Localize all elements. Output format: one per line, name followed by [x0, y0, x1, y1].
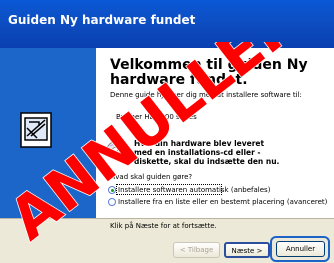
window-title: Guiden Ny hardware fundet — [8, 13, 196, 27]
wizard-side-panel — [0, 48, 96, 218]
device-name: Brother HL-5000 series — [116, 113, 197, 121]
continue-hint: Klik på Næste for at fortsætte. — [110, 222, 217, 230]
back-button[interactable]: < Tilbage — [173, 242, 220, 258]
next-button[interactable]: Næste > — [224, 242, 270, 258]
hardware-wizard-icon — [20, 112, 52, 148]
wizard-heading: Velkommen til guiden Ny hardware fundet. — [110, 57, 308, 88]
wizard-window: Guiden Ny hardware fundet Velkommen til … — [0, 0, 334, 263]
question-text: Hvad skal guiden gøre? — [110, 173, 193, 181]
option-auto-install-label[interactable]: Installere softwaren automatisk (anbefal… — [118, 186, 270, 194]
cancel-button[interactable]: Annuller — [276, 241, 325, 257]
radio-advanced-install[interactable] — [108, 198, 116, 206]
title-bar[interactable]: Guiden Ny hardware fundet — [0, 0, 334, 48]
cd-hint-text: Hvis din hardware blev leveret med en in… — [134, 139, 280, 166]
intro-text: Denne guide hjælper dig med at installer… — [110, 91, 302, 99]
footer-divider — [0, 218, 334, 219]
option-advanced-install-label[interactable]: Installere fra en liste eller en bestemt… — [118, 198, 327, 206]
cd-icon — [106, 141, 124, 159]
radio-auto-install[interactable] — [108, 186, 116, 194]
